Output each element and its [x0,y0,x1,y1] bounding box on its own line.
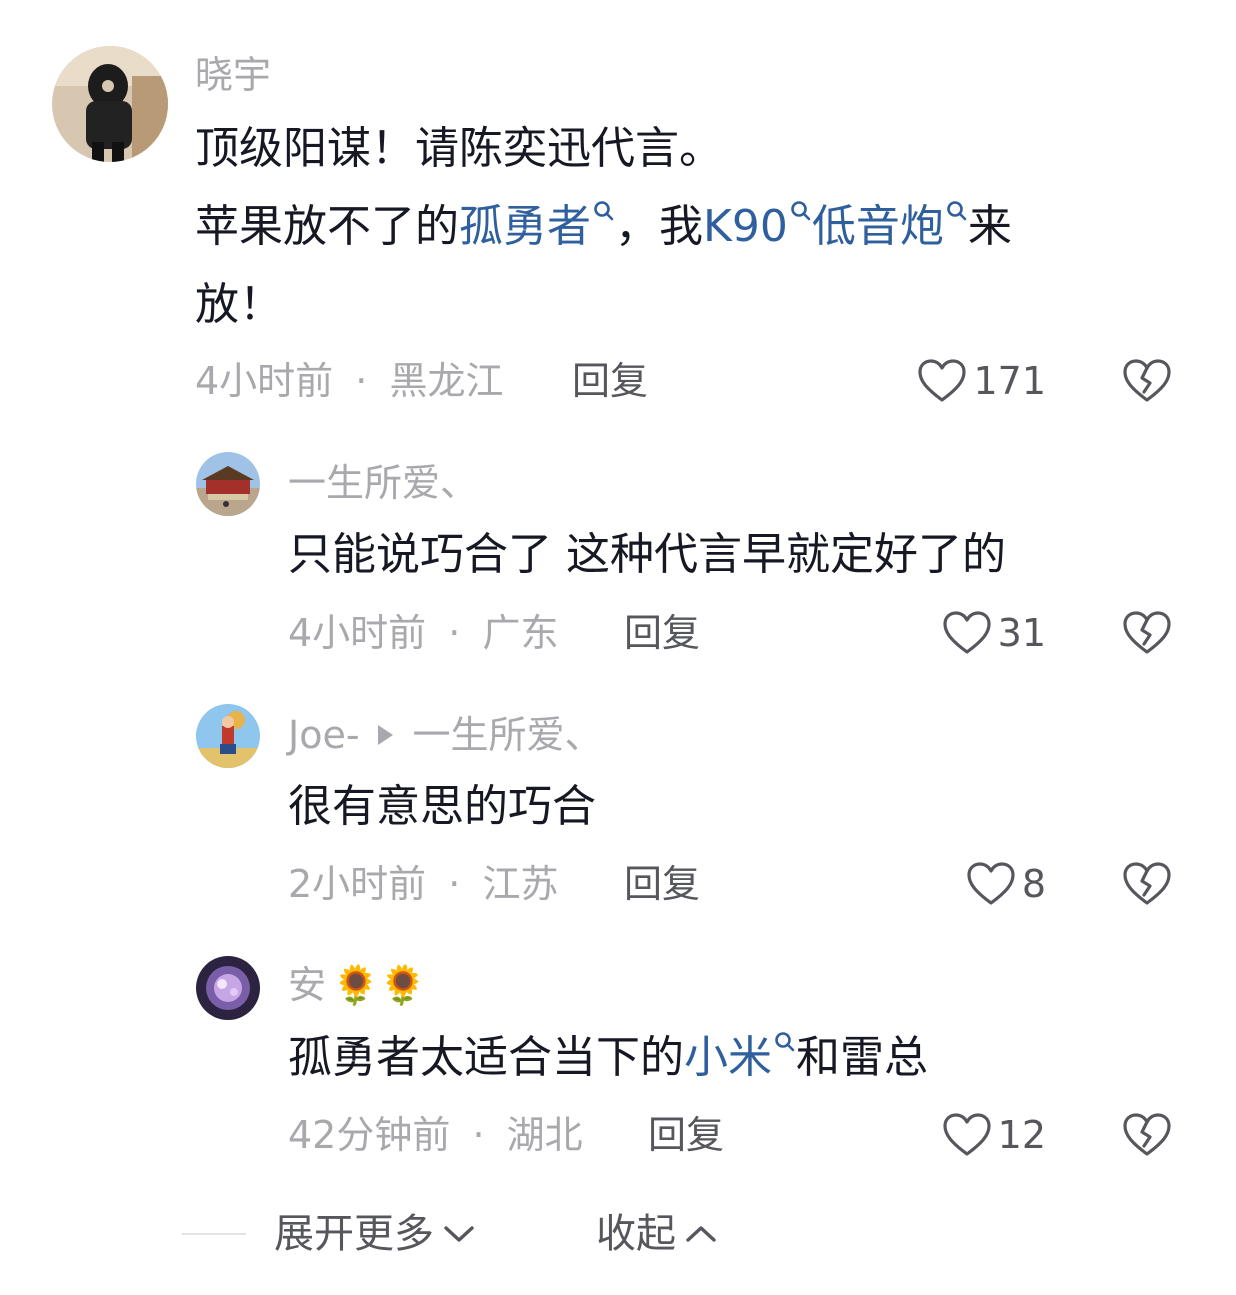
reply-button[interactable]: 回复 [648,1116,724,1154]
location: 广东 [482,611,559,655]
reply-meta: 42分钟前 · 湖北 [288,1116,583,1154]
timestamp: 4小时前 [195,359,334,403]
dislike-button[interactable] [1122,610,1172,656]
comment-text-line-3: 放！ [195,279,283,330]
reply-meta: 2小时前 · 江苏 [288,865,558,903]
dislike-button[interactable] [1122,861,1172,907]
divider [182,1233,246,1235]
location: 湖北 [506,1113,583,1157]
heart-icon [943,1113,991,1156]
meta-separator: · [355,359,368,403]
heart-icon [918,359,967,402]
search-icon [947,201,967,221]
search-icon [791,201,811,221]
username[interactable]: 安 🌻🌻 [288,966,427,1004]
search-link-keyword[interactable]: K90 [703,201,812,252]
meta-separator: · [448,611,461,655]
sunflower-emoji: 🌻🌻 [332,963,427,1007]
broken-heart-icon [1123,862,1171,905]
chevron-up-icon [686,1226,716,1242]
meta-separator: · [448,862,461,906]
reply-button[interactable]: 回复 [624,614,700,652]
dislike-button[interactable] [1122,1112,1172,1158]
avatar[interactable] [196,956,260,1020]
comment-text-line-2: 苹果放不了的孤勇者 ，我K90 低音炮来 [195,188,1012,266]
timestamp: 4小时前 [288,611,427,655]
search-link-keyword[interactable]: 孤勇者 [459,201,615,252]
collapse-label: 收起 [596,1211,676,1257]
like-button[interactable]: 12 [942,1110,1046,1160]
search-link-keyword[interactable]: 低音炮 [812,201,968,252]
reply-button[interactable]: 回复 [572,362,648,400]
dislike-button[interactable] [1122,358,1172,404]
reply-header: Joe- 一生所爱、 [288,716,603,754]
avatar[interactable] [196,452,260,516]
like-count: 8 [1021,862,1046,906]
reply-text: 很有意思的巧合 [288,781,596,832]
reply-text-segment: 孤勇者太适合当下的 [288,1032,684,1083]
like-count: 171 [973,359,1046,403]
location: 江苏 [482,862,559,906]
like-button[interactable]: 8 [966,859,1046,909]
like-button[interactable]: 171 [917,356,1046,406]
reply-text-segment: 和雷总 [796,1032,928,1083]
reply-text: 只能说巧合了 这种代言早就定好了的 [288,529,1006,580]
heart-icon [943,611,991,654]
reply-text: 孤勇者太适合当下的小米 和雷总 [288,1019,928,1097]
username[interactable]: 晓宇 [195,56,271,94]
reply-to-username[interactable]: 一生所爱、 [413,713,603,757]
timestamp: 2小时前 [288,862,427,906]
comment-meta: 4小时前 · 黑龙江 [195,362,503,400]
collapse-button[interactable]: 收起 [596,1214,718,1254]
comment-text-line-1: 顶级阳谋！请陈奕迅代言。 [195,123,723,174]
username[interactable]: Joe- [288,713,360,757]
location: 黑龙江 [389,359,504,403]
reply-button[interactable]: 回复 [624,865,700,903]
username[interactable]: 一生所爱、 [288,464,478,502]
broken-heart-icon [1123,611,1171,654]
avatar[interactable] [52,46,168,162]
like-count: 31 [997,611,1046,655]
broken-heart-icon [1123,359,1171,402]
broken-heart-icon [1123,1113,1171,1156]
meta-separator: · [472,1113,485,1157]
search-icon [775,1032,795,1052]
heart-icon [967,862,1015,905]
comment-text-segment: 苹果放不了的 [195,201,459,252]
expand-more-label: 展开更多 [274,1211,434,1257]
like-count: 12 [997,1113,1046,1157]
comment-text-segment: ，我 [615,201,703,252]
search-link-keyword[interactable]: 小米 [684,1032,796,1083]
comment-text-segment: 来 [967,201,1012,252]
avatar[interactable] [196,704,260,768]
reply-to-arrow-icon [377,724,393,745]
search-icon [594,201,614,221]
reply-meta: 4小时前 · 广东 [288,614,558,652]
expand-more-button[interactable]: 展开更多 [274,1214,476,1254]
like-button[interactable]: 31 [942,608,1046,658]
chevron-down-icon [444,1226,474,1242]
timestamp: 42分钟前 [288,1113,451,1157]
